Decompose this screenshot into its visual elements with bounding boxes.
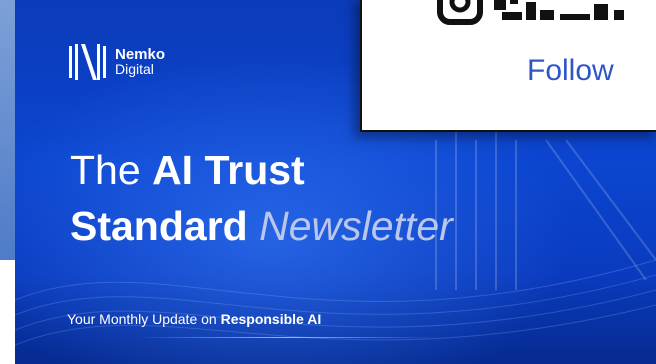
title-word-the: The — [70, 147, 141, 193]
nemko-logo: Nemko Digital — [67, 42, 165, 82]
newsletter-title: The AI Trust Standard Newsletter — [70, 142, 453, 254]
tagline-underline — [135, 337, 435, 338]
tagline-bold: Responsible AI — [220, 311, 322, 327]
social-icons — [437, 0, 624, 25]
tagline: Your Monthly Update on Responsible AI — [67, 311, 321, 327]
qr-code-icon[interactable] — [494, 0, 624, 20]
title-standard: Standard — [70, 203, 248, 249]
follow-link[interactable]: Follow — [527, 54, 614, 88]
nemko-logo-mark-icon — [69, 44, 106, 80]
brand-subtitle: Digital — [115, 61, 154, 77]
instagram-icon[interactable] — [437, 0, 483, 25]
title-newsletter: Newsletter — [259, 203, 453, 249]
brand-name: Nemko — [115, 46, 166, 63]
social-follow-overlay: Follow — [360, 0, 656, 132]
tagline-prefix: Your Monthly Update on — [67, 311, 217, 327]
title-ai-trust: AI Trust — [152, 147, 305, 193]
